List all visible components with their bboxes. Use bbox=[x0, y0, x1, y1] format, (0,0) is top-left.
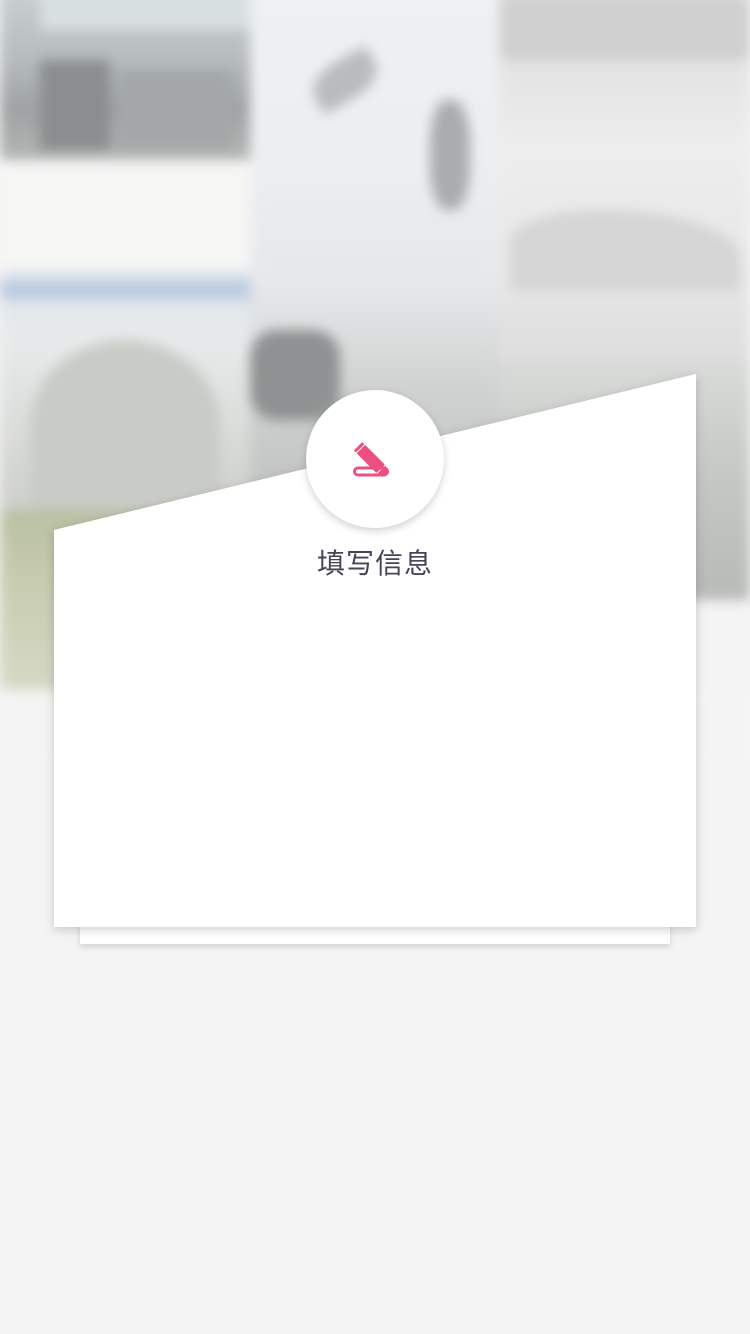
background-photo-tile bbox=[0, 0, 250, 160]
background-photo-tile bbox=[500, 0, 750, 140]
pencil-write-icon bbox=[353, 442, 389, 477]
background-photo-tile bbox=[250, 0, 500, 270]
background-photo-tile bbox=[500, 140, 750, 360]
background-photo-tile bbox=[0, 160, 250, 270]
form-card-title: 填写信息 bbox=[316, 547, 433, 580]
edit-icon-badge bbox=[306, 390, 444, 528]
